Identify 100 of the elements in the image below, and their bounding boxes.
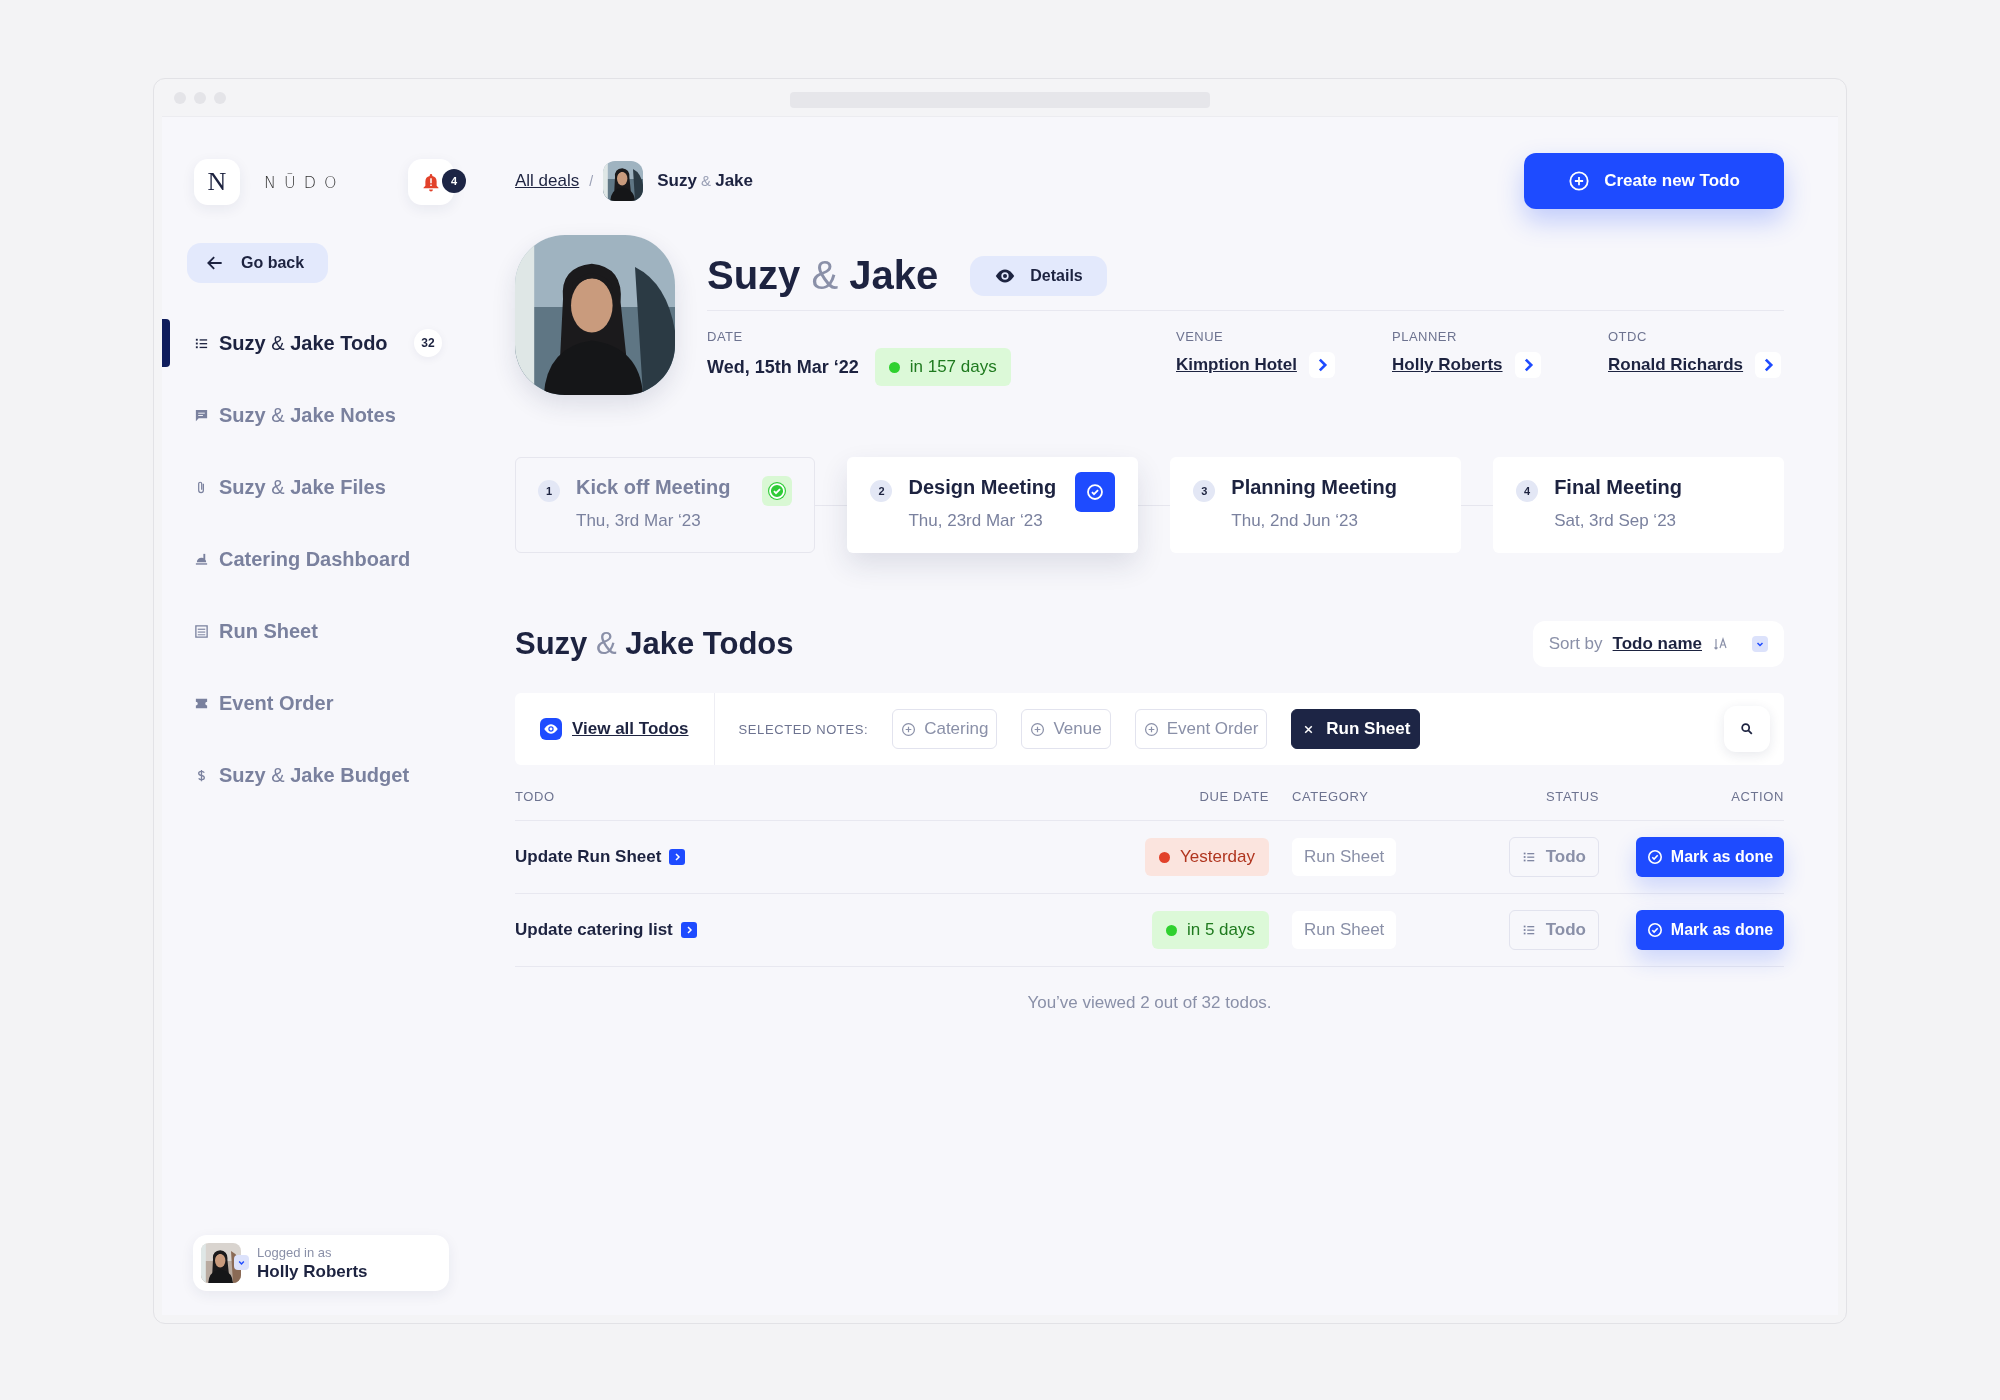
chevron-right-icon[interactable] xyxy=(1755,352,1782,378)
meeting-title: Design Meeting xyxy=(908,476,1057,499)
deal-title: Suzy & Jake xyxy=(707,253,939,298)
breadcrumb-current: Suzy & Jake xyxy=(657,171,753,191)
todos-count-text: You’ve viewed 2 out of 32 todos. xyxy=(1026,993,1273,1013)
due-date-badge: Yesterday xyxy=(1145,838,1269,876)
plus-icon xyxy=(1030,721,1046,737)
status-tag: Todo xyxy=(1508,837,1599,877)
sidebar-item[interactable]: Suzy & Jake Budget xyxy=(162,739,482,811)
meeting-title: Planning Meeting xyxy=(1231,476,1397,499)
todo-title: Update catering list xyxy=(515,920,673,940)
event-date: Wed, 15th Mar ‘22 xyxy=(707,356,859,378)
field-label: DATE xyxy=(707,329,744,344)
meeting-card[interactable]: 3 Planning Meeting Thu, 2nd Jun ‘23 xyxy=(1170,457,1462,553)
list-icon xyxy=(1521,923,1536,937)
field-label: PLANNER xyxy=(1392,329,1458,344)
field-link[interactable]: Ronald Richards xyxy=(1608,355,1744,375)
search-button[interactable] xyxy=(1724,706,1770,752)
chat-icon xyxy=(194,407,209,423)
count-badge: 32 xyxy=(414,329,442,357)
sidebar-item-label: Suzy & Jake Todo xyxy=(219,331,388,355)
arrow-badge-icon[interactable] xyxy=(680,922,697,938)
check-circle-icon xyxy=(1086,483,1105,501)
details-button[interactable]: Details xyxy=(970,255,1107,296)
sidebar-item[interactable]: Suzy & Jake Files xyxy=(162,451,482,523)
mark-done-button[interactable]: Mark as done xyxy=(1636,837,1784,877)
sidebar-item-label: Run Sheet xyxy=(219,619,318,643)
go-back-button[interactable]: Go back xyxy=(187,243,329,283)
sidebar-item[interactable]: Event Order xyxy=(162,667,482,739)
plus-icon xyxy=(1568,170,1591,192)
status-tag: Todo xyxy=(1508,910,1599,950)
column-header: CATEGORY xyxy=(1292,789,1369,804)
field-link[interactable]: Kimption Hotel xyxy=(1176,355,1297,375)
create-todo-button[interactable]: Create new Todo xyxy=(1524,153,1784,209)
bell-icon xyxy=(421,172,441,192)
logged-in-caption: Logged in as xyxy=(257,1244,333,1260)
chevron-right-icon[interactable] xyxy=(1514,352,1541,378)
sidebar-item-label: Catering Dashboard xyxy=(219,547,411,571)
notes-label: SELECTED NOTES: xyxy=(738,721,869,737)
view-all-link[interactable]: View all Todos xyxy=(515,693,715,765)
meeting-card[interactable]: 1 Kick off Meeting Thu, 3rd Mar ‘23 xyxy=(515,457,816,553)
plus-icon xyxy=(1143,721,1159,737)
wordmark: NŪDO xyxy=(264,172,345,192)
step-number: 1 xyxy=(538,480,560,502)
step-number: 3 xyxy=(1193,480,1216,502)
plus-icon xyxy=(901,721,917,737)
meeting-date: Thu, 3rd Mar ‘23 xyxy=(576,511,702,531)
eye-icon xyxy=(543,721,559,737)
sort-icon xyxy=(1712,636,1728,652)
sidebar-item-label: Suzy & Jake Notes xyxy=(219,403,396,427)
countdown-badge: in 157 days xyxy=(874,348,1011,386)
caret-icon xyxy=(234,1255,249,1270)
meeting-date: Thu, 2nd Jun ‘23 xyxy=(1231,511,1359,531)
column-header: TODO xyxy=(515,789,555,804)
user-name: Holly Roberts xyxy=(257,1261,368,1282)
notification-count: 4 xyxy=(442,169,466,193)
sidebar-item-label: Suzy & Jake Budget xyxy=(219,763,410,787)
chevron-right-icon[interactable] xyxy=(1308,352,1335,378)
section-title: Suzy & Jake Todos xyxy=(515,626,794,662)
due-date-badge: in 5 days xyxy=(1151,911,1269,949)
meeting-title: Kick off Meeting xyxy=(576,476,731,499)
step-number: 4 xyxy=(1516,480,1539,502)
meeting-date: Sat, 3rd Sep ‘23 xyxy=(1554,511,1678,531)
list-icon xyxy=(1521,850,1536,864)
arrow-badge-icon[interactable] xyxy=(669,849,686,865)
column-header: DUE DATE xyxy=(1199,789,1269,804)
mark-done-button[interactable]: Mark as done xyxy=(1636,910,1784,950)
sort-value[interactable]: Todo name xyxy=(1612,634,1702,654)
sidebar-item[interactable]: Catering Dashboard xyxy=(162,523,482,595)
sidebar-item-label: Event Order xyxy=(219,691,334,715)
category-tag: Run Sheet xyxy=(1292,911,1397,949)
check-button[interactable] xyxy=(1075,472,1116,512)
category-tag: Run Sheet xyxy=(1292,838,1397,876)
table-icon xyxy=(194,623,209,639)
todo-title: Update Run Sheet xyxy=(515,847,662,867)
step-number: 2 xyxy=(870,480,893,502)
cloche-icon xyxy=(194,551,209,567)
column-header: ACTION xyxy=(1731,789,1784,804)
sidebar-item[interactable]: Suzy & Jake Todo 32 xyxy=(162,307,482,379)
breadcrumb-separator: / xyxy=(589,173,594,189)
breadcrumb-link[interactable]: All deals xyxy=(515,171,580,191)
field-link[interactable]: Holly Roberts xyxy=(1392,355,1503,375)
sort-control[interactable]: Sort by Todo name xyxy=(1532,621,1784,667)
sidebar-item-label: Suzy & Jake Files xyxy=(219,475,386,499)
check-circle-icon xyxy=(1646,849,1663,865)
note-chip[interactable]: Run Sheet xyxy=(1291,709,1421,749)
meeting-card[interactable]: 2 Design Meeting Thu, 23rd Mar ‘23 xyxy=(847,457,1139,553)
field-label: VENUE xyxy=(1176,329,1225,344)
user-card[interactable]: Logged in as Holly Roberts xyxy=(193,1235,449,1291)
meeting-title: Final Meeting xyxy=(1554,476,1682,499)
sidebar-item[interactable]: Run Sheet xyxy=(162,595,482,667)
logo-mark: N xyxy=(194,159,240,205)
meeting-card[interactable]: 4 Final Meeting Sat, 3rd Sep ‘23 xyxy=(1493,457,1784,553)
sort-label: Sort by xyxy=(1548,634,1603,654)
meeting-date: Thu, 23rd Mar ‘23 xyxy=(908,511,1044,531)
check-circle-icon xyxy=(768,482,787,500)
check-circle-icon xyxy=(1646,922,1663,938)
column-header: STATUS xyxy=(1546,789,1599,804)
sidebar-item[interactable]: Suzy & Jake Notes xyxy=(162,379,482,451)
search-icon xyxy=(1740,722,1754,736)
